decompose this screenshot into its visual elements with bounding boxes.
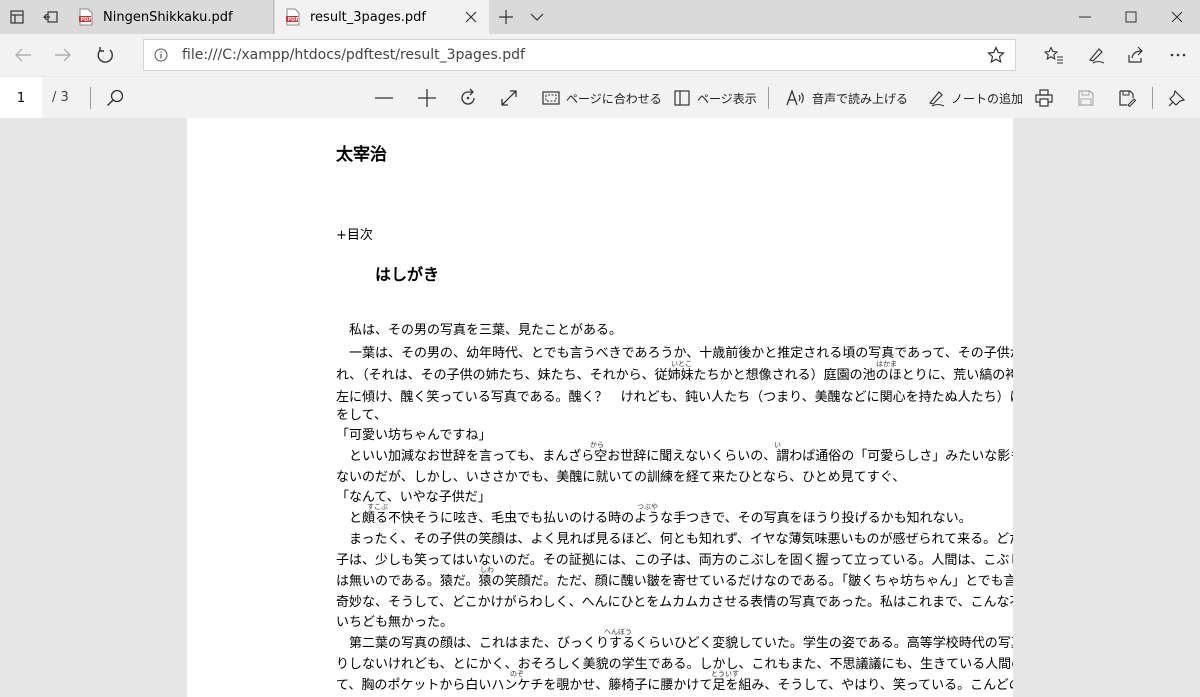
print-icon[interactable] <box>1035 77 1059 119</box>
page-total: / 3 <box>52 90 69 105</box>
text-line: をして、 <box>336 408 387 423</box>
fit-to-page-button[interactable]: ページに合わせる <box>542 77 662 119</box>
new-tab-icon[interactable] <box>489 0 523 34</box>
info-icon[interactable] <box>144 40 178 70</box>
tab-ningen-shikkaku[interactable]: PDF NingenShikkaku.pdf <box>68 0 274 34</box>
text-line: といい加減なお世辞を言っても、まんざら空お世辞に聞えないくらいの、謂わば通俗の「… <box>336 449 1013 464</box>
search-icon[interactable] <box>106 77 130 119</box>
text-line: 「可愛い坊ちゃんですね」 <box>336 428 492 443</box>
tab-result-3pages[interactable]: PDF result_3pages.pdf <box>275 0 489 34</box>
furigana: のぞ <box>510 670 524 678</box>
tab-bar: PDF NingenShikkaku.pdf PDF result_3pages… <box>0 0 1200 34</box>
tab-preview-chevron-down-icon[interactable] <box>520 0 554 34</box>
text-line: 「なんて、いやな子供だ」 <box>336 490 491 505</box>
add-notes-button[interactable]: ノートの追加 <box>927 77 1023 119</box>
pdf-viewer[interactable]: 太宰治 +目次 はしがき 私は、その男の写真を三葉、見たことがある。 一葉は、そ… <box>0 118 1200 697</box>
fit-page-icon <box>542 91 560 105</box>
text-line: 私は、その男の写真を三葉、見たことがある。 <box>336 323 623 338</box>
more-options-icon[interactable] <box>1157 34 1199 76</box>
share-icon[interactable] <box>1115 34 1157 76</box>
minimize-icon[interactable] <box>1062 0 1108 34</box>
page-view-button[interactable]: ページ表示 <box>673 77 757 119</box>
furigana: はかま <box>876 360 897 368</box>
close-window-icon[interactable] <box>1154 0 1200 34</box>
back-arrow-icon[interactable] <box>2 34 44 76</box>
furigana: へんぼう <box>604 628 632 636</box>
read-aloud-button[interactable]: 音声で読み上げる <box>786 77 908 119</box>
pdf-file-icon: PDF <box>78 8 94 26</box>
toolbar-divider <box>1152 87 1153 109</box>
text-line: 第二葉の写真の顔は、これはまた、びっくりするくらいひどく変貌していた。学生の姿で… <box>336 636 1013 651</box>
furigana: しわ <box>480 566 494 574</box>
favorites-hub-icon[interactable] <box>1033 34 1075 76</box>
table-of-contents-link[interactable]: +目次 <box>336 224 373 243</box>
maximize-icon[interactable] <box>1108 0 1154 34</box>
text-line: て、胸のポケットから白いハンケチを覗かせ、籐椅子に腰かけて足を組み、そうして、や… <box>336 678 1013 693</box>
text-line: 左に傾け、醜く笑っている写真である。醜く？ けれども、鈍い人たち（つまり、美醜な… <box>336 390 1013 405</box>
pdf-page: 太宰治 +目次 はしがき 私は、その男の写真を三葉、見たことがある。 一葉は、そ… <box>187 118 1013 697</box>
read-aloud-label: 音声で読み上げる <box>812 91 909 106</box>
text-line: と頗る不快そうに呟き、毛虫でも払いのける時のような手つきで、その写真をほうり投げ… <box>336 511 972 526</box>
rotate-icon[interactable] <box>458 77 484 119</box>
tabs-aside-icon[interactable] <box>0 0 34 34</box>
pdf-toolbar: 1 / 3 ページに合わせる ページ表示 音声で読み上げる ノートの追加 <box>0 76 1200 119</box>
text-line: りしないけれども、とにかく、おそろしく美貌の学生である。しかし、これもまた、不思… <box>336 657 1013 672</box>
toolbar-divider <box>90 87 91 109</box>
toolbar-divider <box>768 87 769 109</box>
favorite-star-icon[interactable] <box>987 46 1005 64</box>
furigana: つぶや <box>637 503 658 511</box>
furigana: い <box>774 441 781 449</box>
document-title: 太宰治 <box>336 145 387 165</box>
fit-to-page-label: ページに合わせる <box>566 91 662 106</box>
url-text: file:///C:/xampp/htdocs/pdftest/result_3… <box>182 47 525 63</box>
address-field[interactable]: file:///C:/xampp/htdocs/pdftest/result_3… <box>143 39 1016 71</box>
page-view-icon <box>674 90 690 106</box>
save-as-icon[interactable] <box>1118 77 1142 119</box>
section-heading: はしがき <box>375 265 440 284</box>
forward-arrow-icon[interactable] <box>42 34 84 76</box>
text-line: 子は、少しも笑ってはいないのだ。その証拠には、この子は、両方のこぶしを固く握って… <box>336 553 1013 568</box>
text-line: れ、（それは、その子供の姉たち、妹たち、それから、従姉妹たちかと想像される）庭園… <box>336 368 1013 383</box>
text-line: は無いのである。猿だ。猿の笑顔だ。ただ、顔に醜い皺を寄せているだけなのである。「… <box>336 574 1013 589</box>
text-line: 奇妙な、そうして、どこかけがらわしく、へんにひとをムカムカさせる表情の写真であっ… <box>336 595 1013 610</box>
furigana: いとこ <box>671 360 692 368</box>
furigana: すこぶ <box>367 503 388 511</box>
address-bar-row: file:///C:/xampp/htdocs/pdftest/result_3… <box>0 34 1200 76</box>
full-screen-icon[interactable] <box>500 77 524 119</box>
add-notes-pen-icon <box>928 91 945 107</box>
close-tab-icon[interactable] <box>463 9 479 25</box>
page-number-input[interactable]: 1 <box>0 77 42 119</box>
pin-toolbar-icon[interactable] <box>1168 77 1192 119</box>
furigana: とういす <box>711 670 739 678</box>
pdf-file-icon: PDF <box>285 8 301 26</box>
zoom-out-icon[interactable] <box>374 77 400 119</box>
text-line: ないのだが、しかし、いささかでも、美醜に就いての訓練を経て来たひとなら、ひとめ見… <box>336 470 906 485</box>
web-note-pen-icon[interactable] <box>1075 34 1117 76</box>
tab-label: NingenShikkaku.pdf <box>103 9 233 25</box>
svg-text:PDF: PDF <box>288 17 299 23</box>
save-icon[interactable] <box>1077 77 1101 119</box>
text-line: まったく、その子供の笑顔は、よく見れば見るほど、何とも知れず、イヤな薄気味悪いも… <box>336 532 1013 547</box>
add-notes-label: ノートの追加 <box>951 91 1024 106</box>
text-line: いちども無かった。 <box>336 615 454 630</box>
page-view-label: ページ表示 <box>697 91 757 106</box>
zoom-in-icon[interactable] <box>417 77 443 119</box>
set-aside-tabs-icon[interactable] <box>34 0 68 34</box>
svg-text:PDF: PDF <box>81 17 92 23</box>
furigana: から <box>590 441 604 449</box>
read-aloud-icon <box>786 89 804 106</box>
refresh-icon[interactable] <box>84 34 126 76</box>
tab-label: result_3pages.pdf <box>310 9 427 25</box>
